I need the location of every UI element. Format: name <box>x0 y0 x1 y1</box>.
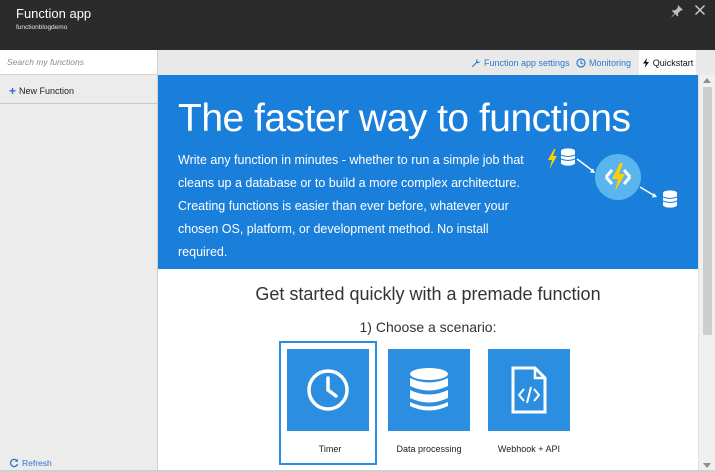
plus-icon: + <box>9 83 17 98</box>
app-title: Function app <box>16 6 92 21</box>
scenario-card-webhook-api[interactable]: Webhook + API <box>480 341 578 465</box>
hero-banner: The faster way to functions Write any fu… <box>158 75 698 269</box>
premade-heading: Get started quickly with a premade funct… <box>255 284 601 304</box>
monitoring-label: Monitoring <box>589 57 632 68</box>
close-icon[interactable] <box>694 4 706 16</box>
scroll-thumb[interactable] <box>703 87 712 335</box>
hero-description: Write any function in minutes - whether … <box>178 153 524 259</box>
scenario-label: Webhook + API <box>497 444 561 454</box>
clock-icon <box>307 369 349 411</box>
function-app-settings-link[interactable]: Function app settings <box>471 50 570 75</box>
scenario-label: Timer <box>318 444 342 454</box>
new-function-label: New Function <box>19 85 75 96</box>
choose-scenario-heading: 1) Choose a scenario: <box>359 319 497 335</box>
scenario-card-data-processing[interactable]: Data processing <box>380 341 478 465</box>
database-icon <box>410 368 448 411</box>
pin-icon[interactable] <box>670 4 684 18</box>
clock-small-icon <box>576 57 586 68</box>
top-nav: Function app settings Monitoring Quickst… <box>158 50 715 75</box>
quickstart-label: Quickstart <box>652 57 694 68</box>
scroll-down-icon[interactable] <box>703 463 711 468</box>
function-app-settings-label: Function app settings <box>484 57 570 68</box>
search-input[interactable] <box>0 50 157 74</box>
search-box <box>0 50 157 75</box>
scenario-tile <box>388 349 470 431</box>
scenario-card-timer[interactable]: Timer <box>279 341 377 465</box>
sidebar: + New Function Refresh <box>0 50 158 472</box>
new-function-button[interactable]: + New Function <box>0 78 157 104</box>
lightning-icon <box>642 57 649 68</box>
app-subtitle: functionblogdemo <box>16 24 68 31</box>
functions-illustration-icon <box>548 148 678 208</box>
monitoring-link[interactable]: Monitoring <box>576 50 631 75</box>
scenario-tile <box>287 349 369 431</box>
code-file-icon <box>511 366 547 414</box>
refresh-label: Refresh <box>22 458 52 468</box>
title-bar: Function app functionblogdemo <box>0 0 715 50</box>
hero-title: The faster way to functions <box>178 97 631 140</box>
wrench-icon <box>471 58 481 67</box>
refresh-button[interactable]: Refresh <box>9 458 52 468</box>
scenario-label: Data processing <box>396 444 462 454</box>
quickstart-tab[interactable]: Quickstart <box>639 50 696 75</box>
scroll-up-icon[interactable] <box>703 78 711 83</box>
refresh-icon <box>9 458 19 468</box>
vertical-scrollbar[interactable] <box>698 75 715 472</box>
scenario-tile <box>488 349 570 431</box>
